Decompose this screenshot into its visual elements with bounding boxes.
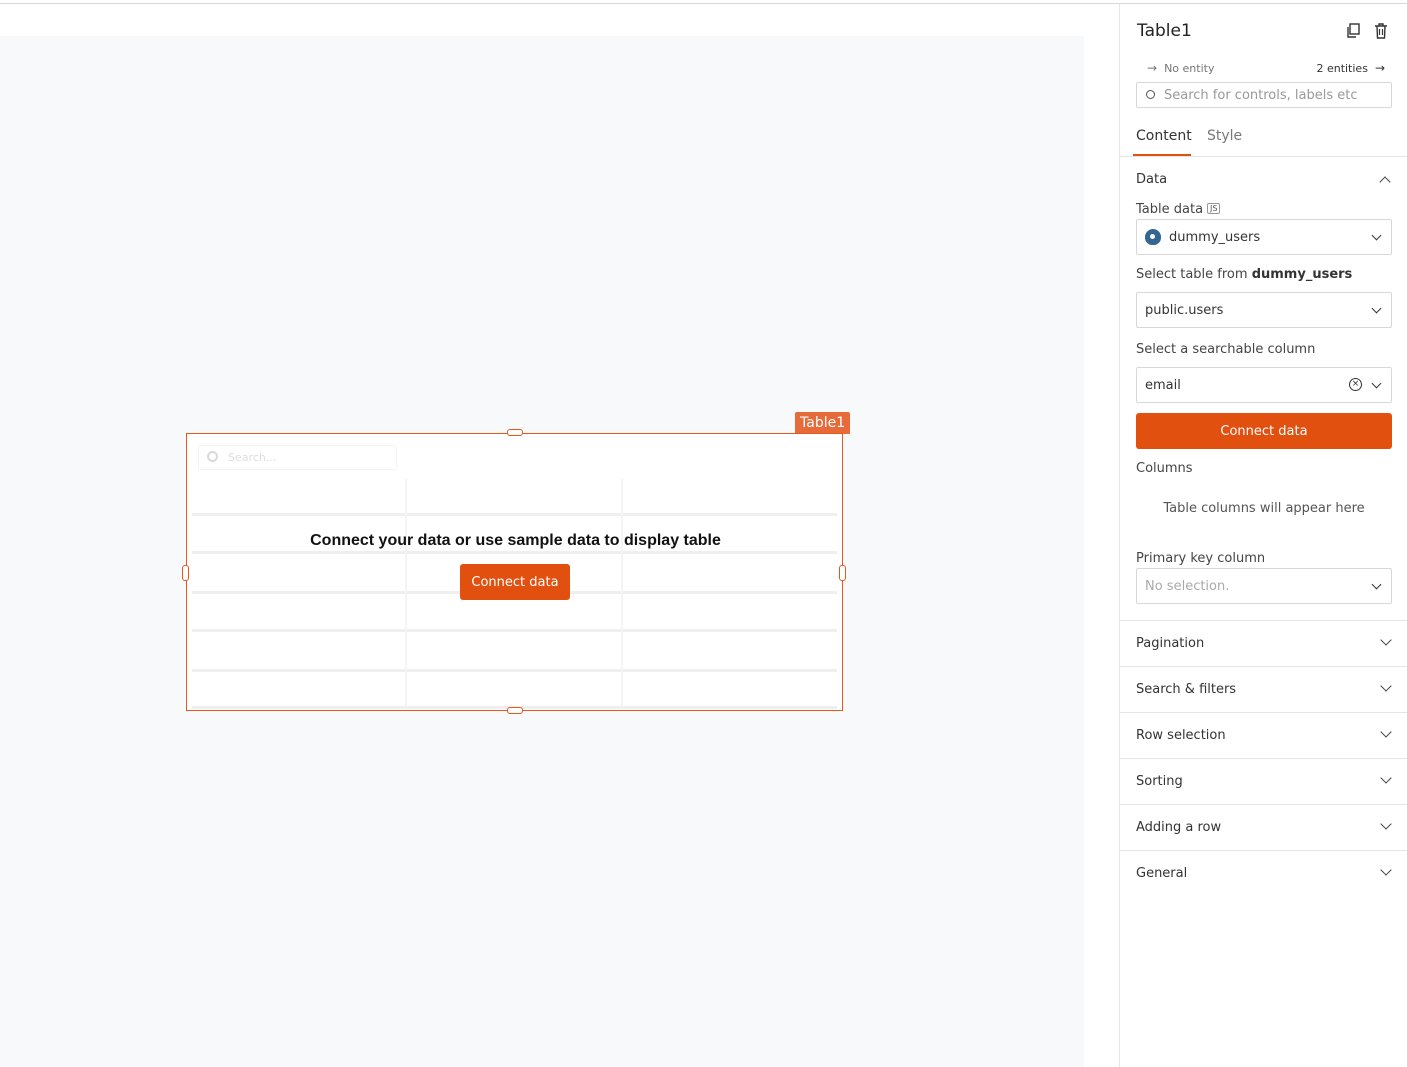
arrow-right-icon: → xyxy=(1374,61,1385,75)
chevron-down-icon xyxy=(1371,303,1382,314)
datasource-value: dummy_users xyxy=(1169,230,1261,245)
widget-name-tag[interactable]: Table1 xyxy=(795,412,851,434)
section-adding-a-row[interactable]: Adding a row xyxy=(1120,804,1407,850)
chevron-down-icon xyxy=(1380,726,1392,738)
chevron-down-icon xyxy=(1380,772,1392,784)
arrow-right-icon: → xyxy=(1147,61,1158,75)
outgoing-entities[interactable]: 2 entities → xyxy=(1316,61,1385,75)
chevron-down-icon xyxy=(1371,378,1382,389)
incoming-entities-label: No entity xyxy=(1164,62,1215,75)
searchable-column-select[interactable]: email × xyxy=(1136,367,1392,403)
copy-icon[interactable] xyxy=(1346,23,1360,39)
search-icon xyxy=(1146,90,1155,99)
trash-icon[interactable] xyxy=(1374,23,1388,39)
primary-key-select[interactable]: No selection. xyxy=(1136,568,1392,604)
table-empty-message: Connect your data or use sample data to … xyxy=(310,532,721,549)
section-title: Search & filters xyxy=(1136,682,1237,697)
search-icon xyxy=(207,451,218,462)
datasource-select[interactable]: dummy_users xyxy=(1136,219,1392,255)
property-tabs: Content Style xyxy=(1120,122,1407,157)
select-table-source: dummy_users xyxy=(1251,267,1353,282)
table-column-divider xyxy=(405,479,407,707)
table-select-value: public.users xyxy=(1145,303,1224,318)
columns-label: Columns xyxy=(1136,461,1193,476)
chevron-down-icon xyxy=(1380,634,1392,646)
property-search-input[interactable]: Search for controls, labels etc xyxy=(1136,82,1392,108)
postgres-icon xyxy=(1145,229,1161,245)
section-general[interactable]: General xyxy=(1120,850,1407,896)
property-pane: Table1 → No entity 2 entities → Search f… xyxy=(1119,4,1407,1067)
section-pagination[interactable]: Pagination xyxy=(1120,620,1407,666)
searchable-column-label: Select a searchable column xyxy=(1136,342,1316,357)
chevron-down-icon xyxy=(1371,230,1382,241)
clear-icon[interactable]: × xyxy=(1349,378,1362,391)
table-data-label-text: Table data xyxy=(1136,202,1204,217)
js-toggle[interactable]: JS xyxy=(1207,203,1221,214)
table-search-input: Search... xyxy=(198,445,397,470)
columns-empty-message: Table columns will appear here xyxy=(1163,501,1365,516)
section-row-selection[interactable]: Row selection xyxy=(1120,712,1407,758)
resize-handle-left[interactable] xyxy=(182,565,189,581)
table-row xyxy=(192,513,837,516)
table-row xyxy=(192,629,837,632)
property-search-placeholder: Search for controls, labels etc xyxy=(1164,88,1358,103)
chevron-down-icon xyxy=(1380,680,1392,692)
chevron-down-icon xyxy=(1380,864,1392,876)
table-search-placeholder: Search... xyxy=(228,451,277,464)
resize-handle-bottom[interactable] xyxy=(507,707,523,714)
section-search-filters[interactable]: Search & filters xyxy=(1120,666,1407,712)
section-sorting[interactable]: Sorting xyxy=(1120,758,1407,804)
section-title: Adding a row xyxy=(1136,820,1222,835)
widget-title[interactable]: Table1 xyxy=(1137,21,1192,41)
tab-style[interactable]: Style xyxy=(1207,128,1242,144)
table-row xyxy=(192,551,837,554)
table-row xyxy=(192,669,837,672)
outgoing-entities-label: 2 entities xyxy=(1316,62,1368,75)
section-title: Pagination xyxy=(1136,636,1205,651)
data-section-header[interactable]: Data xyxy=(1136,172,1167,187)
chevron-down-icon xyxy=(1380,818,1392,830)
select-table-label: Select table from dummy_users xyxy=(1136,267,1352,282)
incoming-entities[interactable]: → No entity xyxy=(1147,61,1214,75)
table-widget[interactable]: Search... Connect your data or use sampl… xyxy=(186,433,843,711)
active-tab-indicator xyxy=(1133,154,1191,156)
table-select[interactable]: public.users xyxy=(1136,292,1392,328)
section-title: General xyxy=(1136,866,1188,881)
select-table-label-text: Select table from xyxy=(1136,267,1248,282)
primary-key-label: Primary key column xyxy=(1136,551,1266,566)
chevron-down-icon xyxy=(1371,579,1382,590)
resize-handle-right[interactable] xyxy=(839,565,846,581)
table-data-label: Table data JS xyxy=(1136,202,1221,217)
primary-key-placeholder: No selection. xyxy=(1145,579,1230,594)
searchable-column-value: email xyxy=(1145,378,1181,393)
canvas-connect-data-button[interactable]: Connect data xyxy=(460,564,570,600)
tab-content[interactable]: Content xyxy=(1136,128,1192,144)
resize-handle-top[interactable] xyxy=(507,429,523,436)
section-title: Sorting xyxy=(1136,774,1183,789)
table-column-divider xyxy=(621,479,623,707)
connect-data-button[interactable]: Connect data xyxy=(1136,413,1392,449)
chevron-up-icon[interactable] xyxy=(1379,176,1391,188)
section-title: Row selection xyxy=(1136,728,1226,743)
